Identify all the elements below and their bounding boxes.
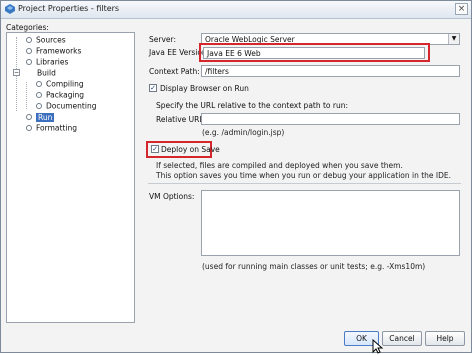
- relative-url-label: Relative URL:: [156, 115, 207, 124]
- node-bullet-icon: [26, 37, 32, 43]
- mouse-pointer-icon: [372, 339, 384, 354]
- tree-item-frameworks[interactable]: Frameworks: [26, 45, 81, 56]
- deploy-on-save-label: Deploy on Save: [161, 145, 220, 154]
- title-bar: Project Properties - filters ×: [1, 1, 471, 19]
- node-bullet-icon: [26, 125, 32, 131]
- categories-tree[interactable]: Sources Frameworks Libraries − Build Com…: [6, 32, 135, 323]
- tree-item-run[interactable]: Run: [26, 111, 55, 122]
- tree-item-libraries[interactable]: Libraries: [26, 56, 68, 67]
- project-properties-dialog: Project Properties - filters × Categorie…: [0, 0, 472, 353]
- node-bullet-icon: [36, 81, 42, 87]
- tree-item-compiling[interactable]: Compiling: [36, 78, 84, 89]
- window-title: Project Properties - filters: [18, 4, 120, 13]
- context-path-input[interactable]: /filters: [201, 65, 460, 77]
- vm-options-label: VM Options:: [149, 192, 195, 201]
- close-button[interactable]: ×: [455, 3, 468, 15]
- javaee-highlight-box: [199, 43, 430, 62]
- tree-item-build[interactable]: Build: [37, 67, 56, 78]
- netbeans-icon: [5, 4, 15, 14]
- specify-url-text: Specify the URL relative to the context …: [156, 101, 349, 110]
- collapse-toggle-icon[interactable]: −: [13, 69, 20, 76]
- categories-label: Categories:: [6, 23, 49, 32]
- tree-item-sources[interactable]: Sources: [26, 34, 66, 45]
- deploy-info-line-2: This option saves you time when you run …: [156, 171, 452, 180]
- context-path-label: Context Path:: [149, 67, 200, 76]
- deploy-info-line-1: If selected, files are compiled and depl…: [156, 161, 403, 170]
- tree-connector: [26, 82, 27, 109]
- tree-item-documenting[interactable]: Documenting: [36, 100, 96, 111]
- tree-item-packaging[interactable]: Packaging: [36, 89, 84, 100]
- tree-item-formatting[interactable]: Formatting: [26, 122, 77, 133]
- node-bullet-icon: [36, 103, 42, 109]
- cancel-button[interactable]: Cancel: [382, 331, 422, 346]
- relative-url-example: (e.g. /admin/login.jsp): [202, 128, 285, 137]
- deploy-on-save-checkbox[interactable]: ✓: [151, 145, 159, 153]
- close-icon: ×: [457, 4, 466, 14]
- node-bullet-icon: [26, 59, 32, 65]
- relative-url-input[interactable]: [201, 113, 460, 125]
- separator: [148, 183, 461, 184]
- node-bullet-icon: [26, 114, 32, 120]
- display-browser-checkbox[interactable]: ✓: [149, 84, 157, 92]
- vm-options-hint: (used for running main classes or unit t…: [202, 262, 426, 271]
- display-browser-label: Display Browser on Run: [160, 84, 249, 93]
- chevron-down-icon: ▼: [448, 34, 459, 44]
- help-button[interactable]: Help: [425, 331, 465, 346]
- vm-options-textarea[interactable]: [201, 190, 460, 256]
- server-label: Server:: [149, 35, 176, 44]
- node-bullet-icon: [36, 92, 42, 98]
- node-bullet-icon: [26, 48, 32, 54]
